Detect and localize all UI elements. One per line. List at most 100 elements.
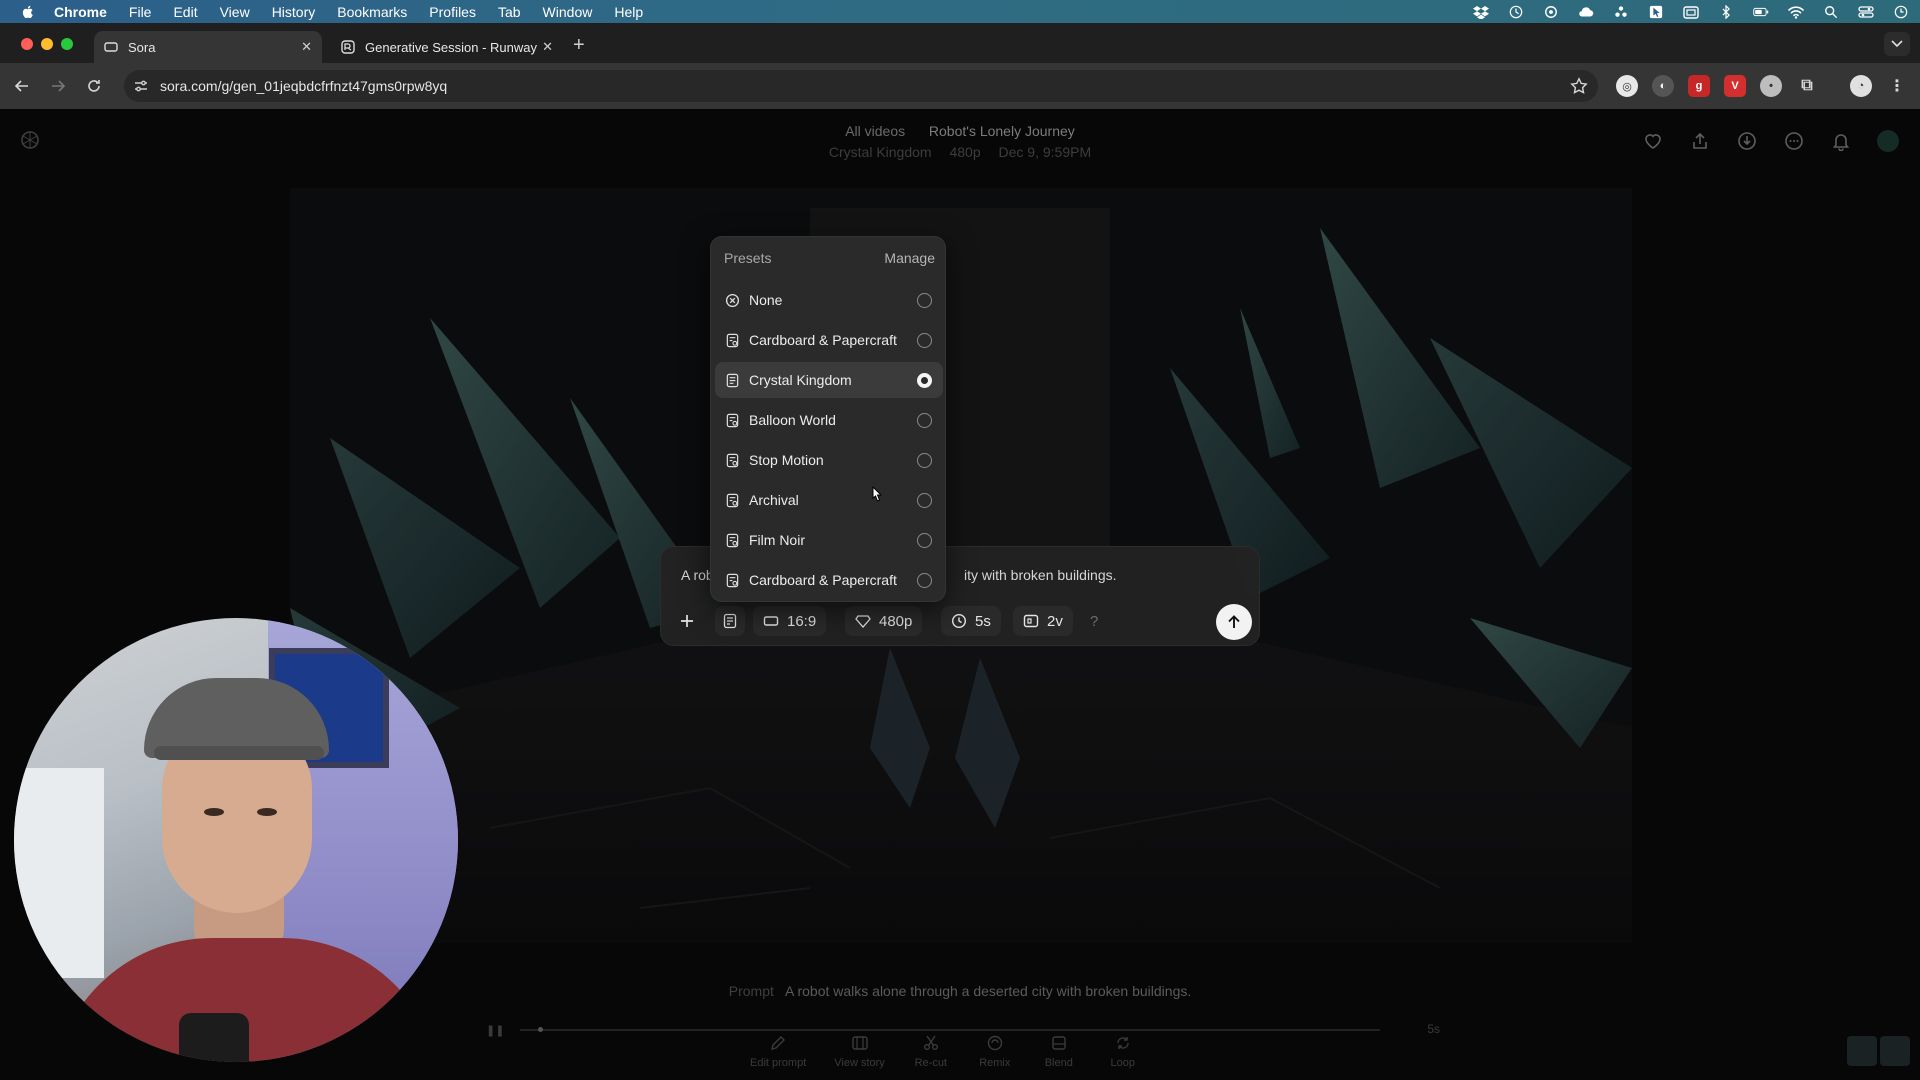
preset-radio[interactable] [917, 452, 932, 468]
menu-app-name[interactable]: Chrome [54, 4, 107, 20]
preset-option-balloon-world[interactable]: Balloon World [715, 402, 943, 438]
menu-tab[interactable]: Tab [498, 4, 521, 20]
new-tab-icon[interactable]: + [573, 34, 585, 57]
submit-prompt-button[interactable] [1216, 604, 1252, 640]
spotlight-search-icon[interactable] [1822, 5, 1840, 19]
share-icon[interactable] [1688, 129, 1712, 153]
help-button[interactable]: ? [1086, 606, 1102, 636]
vidiq-extension-icon[interactable]: V [1724, 75, 1746, 97]
breadcrumb-all-videos[interactable]: All videos [845, 123, 905, 139]
webcam-overlay [14, 618, 458, 1062]
minimize-window-button[interactable] [41, 38, 53, 50]
close-tab-icon[interactable]: ✕ [301, 39, 312, 55]
manage-presets-link[interactable]: Manage [884, 250, 935, 266]
bookmark-star-icon[interactable] [1570, 77, 1588, 95]
tab-search-button[interactable] [1884, 32, 1910, 56]
breadcrumb-video-title: Robot's Lonely Journey [928, 123, 1075, 139]
more-options-icon[interactable] [1782, 129, 1806, 153]
resolution-button[interactable]: 480p [845, 606, 923, 636]
back-button[interactable] [12, 76, 32, 96]
chatgpt-extension-icon[interactable]: ◎ [1616, 75, 1638, 97]
preset-option-film-noir[interactable]: Film Noir [715, 522, 943, 558]
tab-title: Sora [128, 39, 156, 55]
control-center-icon[interactable] [1857, 5, 1875, 19]
wifi-icon[interactable] [1787, 5, 1805, 19]
prompt-input-text-tail[interactable]: ity with broken buildings. [964, 567, 1117, 583]
menu-window[interactable]: Window [543, 4, 593, 20]
preset-radio[interactable] [917, 492, 932, 508]
profile-avatar[interactable]: ◔ [1850, 75, 1872, 97]
menu-bookmarks[interactable]: Bookmarks [337, 4, 407, 20]
loop-icon [1117, 1037, 1129, 1049]
loop-button[interactable]: Loop [1105, 1034, 1141, 1069]
menu-view[interactable]: View [220, 4, 250, 20]
preset-radio[interactable] [917, 332, 932, 348]
dropbox-icon[interactable] [1472, 5, 1490, 19]
preset-label: Crystal Kingdom [749, 372, 852, 388]
url-text: sora.com/g/gen_01jeqbdcfrfnzt47gms0rpw8y… [160, 78, 448, 94]
preset-option-cardboard-papercraft-2[interactable]: Cardboard & Papercraft [715, 562, 943, 598]
duration-button[interactable]: 5s [941, 606, 1001, 636]
menu-help[interactable]: Help [614, 4, 643, 20]
variation-thumbnail[interactable] [1847, 1036, 1877, 1066]
edit-prompt-button[interactable]: Edit prompt [750, 1034, 806, 1069]
close-tab-icon[interactable]: ✕ [542, 39, 553, 55]
user-avatar[interactable] [1876, 129, 1900, 153]
variation-thumbnail[interactable] [1880, 1036, 1910, 1066]
aspect-ratio-button[interactable]: 16:9 [753, 606, 827, 636]
variations-button[interactable]: 2v [1013, 606, 1073, 636]
menu-profiles[interactable]: Profiles [429, 4, 476, 20]
menu-edit[interactable]: Edit [173, 4, 197, 20]
cursor-app-icon[interactable] [1647, 5, 1665, 19]
site-settings-icon[interactable] [133, 78, 149, 94]
scrubber-track[interactable] [520, 1029, 1380, 1031]
preset-selector-button[interactable] [715, 606, 745, 636]
preset-radio-selected[interactable] [917, 372, 932, 388]
recut-button[interactable]: Re-cut [913, 1034, 949, 1069]
window-icon[interactable] [1682, 5, 1700, 19]
tab-runway[interactable]: Generative Session - Runway ✕ [331, 31, 563, 63]
menu-file[interactable]: File [129, 4, 152, 20]
remix-button[interactable]: Remix [977, 1034, 1013, 1069]
preset-radio[interactable] [917, 412, 932, 428]
more-menu-icon[interactable]: ⋮ [1886, 75, 1908, 97]
preset-radio[interactable] [917, 292, 932, 308]
extension-icon[interactable]: ◐ [1652, 75, 1674, 97]
apple-icon[interactable] [20, 4, 36, 20]
bluetooth-icon[interactable] [1717, 4, 1735, 19]
forward-button[interactable] [48, 76, 68, 96]
blend-button[interactable]: Blend [1041, 1034, 1077, 1069]
time-machine-icon[interactable] [1507, 5, 1525, 19]
close-window-button[interactable] [21, 38, 33, 50]
download-icon[interactable] [1735, 129, 1759, 153]
menu-history[interactable]: History [272, 4, 316, 20]
clock-icon[interactable] [1892, 5, 1910, 19]
mouse-cursor-icon [872, 486, 883, 502]
tab-sora[interactable]: Sora ✕ [94, 31, 322, 63]
pause-icon[interactable]: ❚❚ [486, 1024, 504, 1037]
cloud-icon[interactable] [1577, 5, 1595, 19]
address-bar[interactable]: sora.com/g/gen_01jeqbdcfrfnzt47gms0rpw8y… [124, 70, 1598, 102]
reload-button[interactable] [84, 76, 104, 96]
notifications-bell-icon[interactable] [1829, 129, 1853, 153]
favorite-heart-icon[interactable] [1641, 129, 1665, 153]
chatgpt-icon[interactable] [1542, 5, 1560, 19]
share-nodes-icon[interactable] [1612, 5, 1630, 19]
preset-radio[interactable] [917, 532, 932, 548]
webcam-shelf [14, 768, 104, 978]
view-story-button[interactable]: View story [834, 1034, 885, 1069]
preset-option-stop-motion[interactable]: Stop Motion [715, 442, 943, 478]
preset-radio[interactable] [917, 572, 932, 588]
zoom-window-button[interactable] [61, 38, 73, 50]
preset-option-cardboard-papercraft[interactable]: Cardboard & Papercraft [715, 322, 943, 358]
battery-icon[interactable] [1752, 5, 1770, 19]
grammarly-extension-icon[interactable]: g [1688, 75, 1710, 97]
preset-option-none[interactable]: None [715, 282, 943, 318]
extension-icon[interactable]: • [1760, 75, 1782, 97]
preset-option-archival[interactable]: Archival [715, 482, 943, 518]
add-media-button[interactable] [675, 606, 699, 636]
prompt-input-text[interactable]: A rob [681, 567, 714, 583]
puzzle-extensions-icon[interactable]: ⧉ [1796, 75, 1818, 97]
preset-option-crystal-kingdom[interactable]: Crystal Kingdom [715, 362, 943, 398]
scrubber-knob[interactable] [538, 1027, 543, 1032]
